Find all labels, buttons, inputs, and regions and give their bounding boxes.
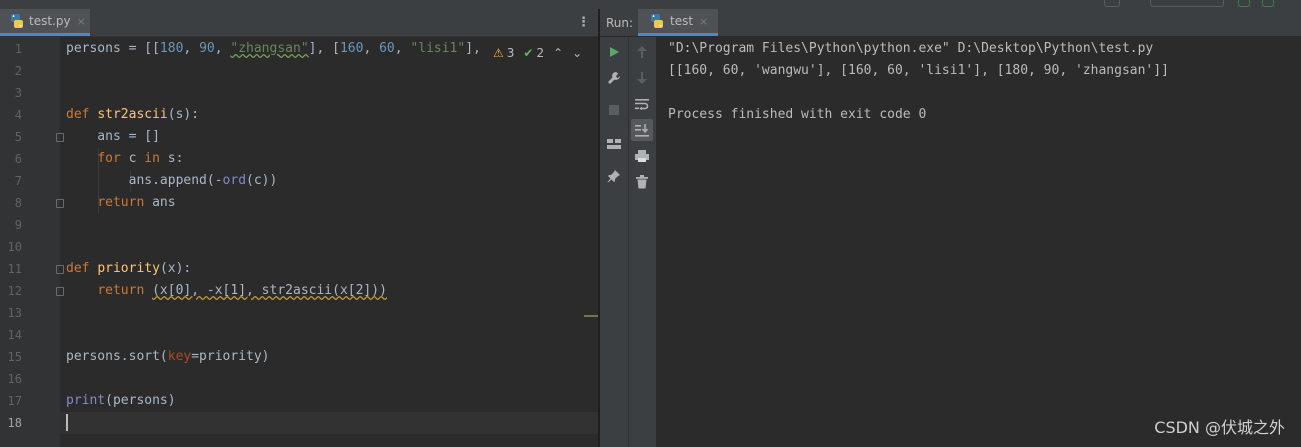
trash-icon[interactable] (631, 171, 653, 193)
console-line: "D:\Program Files\Python\python.exe" D:\… (668, 41, 1154, 56)
line-number: 11 (7, 262, 22, 276)
line-number: 3 (14, 86, 22, 100)
code-line-4: def str2ascii(s): (66, 107, 200, 122)
chevron-down-icon[interactable]: ⌄ (572, 46, 582, 60)
stop-icon[interactable] (603, 99, 625, 121)
run-toolbar-right (629, 37, 657, 447)
line-number-current: 18 (7, 416, 22, 430)
close-icon[interactable]: × (77, 15, 86, 28)
python-icon (651, 14, 663, 28)
run-icon[interactable] (603, 41, 625, 63)
code-area[interactable]: persons = [[180, 90, "zhangsan"], [160, … (60, 37, 598, 447)
code-line-12: return (x[0], -x[1], str2ascii(x[2])) (97, 283, 387, 298)
more-options-icon[interactable]: ⋮ (577, 15, 590, 30)
code-line-1: persons = [[180, 90, "zhangsan"], [160, … (66, 41, 481, 56)
wrench-icon[interactable] (603, 67, 625, 89)
down-arrow-icon[interactable] (631, 67, 653, 89)
code-line-6: for c in s: (97, 151, 184, 166)
line-number: 14 (7, 328, 22, 342)
tab-label: test.py (29, 14, 71, 28)
editor-tab-bar: test.py × ⋮ (0, 9, 598, 37)
warning-count: 3 (506, 46, 515, 60)
line-number: 4 (14, 108, 22, 122)
line-number: 8 (14, 196, 22, 210)
inspection-widget[interactable]: ⚠ 3 ✔ 2 ⌃ ⌄ (493, 43, 583, 63)
tab-run-test[interactable]: test × (638, 9, 718, 36)
layout-icon[interactable] (603, 133, 625, 155)
close-icon[interactable]: × (699, 15, 708, 28)
code-line-11: def priority(x): (66, 261, 192, 276)
debug-button[interactable] (1262, 0, 1274, 7)
line-number: 9 (14, 218, 22, 232)
code-line-15: persons.sort(key=priority) (66, 349, 270, 364)
run-label: Run: (606, 16, 634, 30)
line-number-gutter: 1 2 3 4 5 6 7 8 9 10 11 12 13 14 15 16 1… (0, 37, 64, 447)
run-tool-window: Run: test × "D:\Program Files\Python\pyt… (600, 9, 1301, 447)
pin-icon[interactable] (603, 165, 625, 187)
code-line-7: ans.append(-ord(c)) (66, 173, 278, 188)
warning-icon: ⚠ (493, 46, 504, 60)
print-icon[interactable] (631, 145, 653, 167)
line-number: 10 (7, 240, 22, 254)
console-output[interactable]: "D:\Program Files\Python\python.exe" D:\… (668, 37, 1301, 447)
python-file-icon (11, 14, 23, 28)
up-arrow-icon[interactable] (631, 41, 653, 63)
line-number: 17 (7, 394, 22, 408)
check-icon: ✔ (523, 46, 534, 60)
code-editor: test.py × ⋮ 1 2 3 4 5 6 7 8 9 10 11 12 1… (0, 9, 598, 447)
line-number: 7 (14, 174, 22, 188)
line-number: 1 (14, 42, 22, 56)
code-line-8: return ans (97, 195, 176, 210)
line-number: 15 (7, 350, 22, 364)
run-tab-label: test (670, 14, 694, 28)
run-button[interactable] (1238, 0, 1250, 7)
run-toolbar-left (600, 37, 629, 447)
console-line: [[160, 60, 'wangwu'], [160, 60, 'lisi1']… (668, 63, 1169, 78)
scrollbar-marker[interactable] (584, 315, 598, 317)
chevron-up-icon[interactable]: ⌃ (553, 46, 563, 60)
line-number: 2 (14, 64, 22, 78)
run-header: Run: test × (600, 9, 1301, 36)
weak-warning-count: 2 (536, 46, 545, 60)
watermark: CSDN @伏城之外 (1154, 418, 1285, 437)
run-config-dropdown[interactable] (1150, 0, 1224, 7)
window-top-strip (0, 0, 1301, 9)
code-line-5: ans = [] (66, 129, 160, 144)
soft-wrap-icon[interactable] (631, 93, 653, 115)
line-number: 6 (14, 152, 22, 166)
line-number: 12 (7, 284, 22, 298)
line-number: 16 (7, 372, 22, 386)
console-line: Process finished with exit code 0 (668, 107, 927, 122)
line-number: 5 (14, 130, 22, 144)
tab-test-py[interactable]: test.py × (0, 9, 90, 36)
line-number: 13 (7, 306, 22, 320)
scroll-to-end-icon[interactable] (631, 119, 653, 141)
toolbar-layout-control[interactable] (1104, 0, 1120, 7)
code-line-17: print(persons) (66, 393, 176, 408)
